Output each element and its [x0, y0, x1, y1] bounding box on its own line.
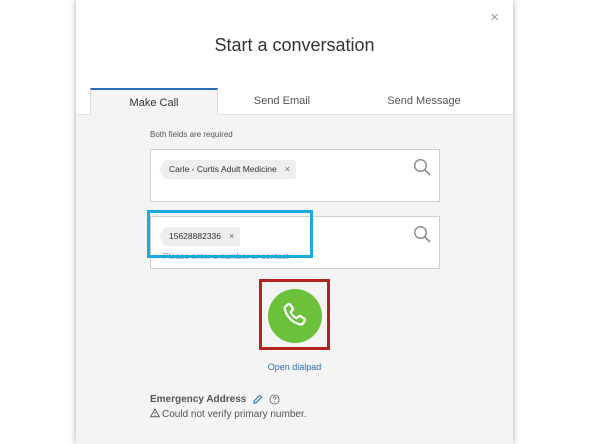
dialog-header: × Start a conversation [76, 0, 513, 88]
tab-make-call[interactable]: Make Call [90, 88, 218, 115]
conversation-dialog: × Start a conversation Make Call Send Em… [76, 0, 513, 444]
open-dialpad-link[interactable]: Open dialpad [76, 362, 513, 372]
call-highlight-box [259, 279, 330, 350]
contact-chip: Carle - Curtis Adult Medicine × [159, 160, 296, 179]
tab-send-message[interactable]: Send Message [356, 88, 492, 114]
search-icon[interactable] [413, 225, 431, 243]
close-icon[interactable]: × [490, 10, 499, 25]
warning-icon [150, 408, 160, 418]
emergency-warning-text: Could not verify primary number. [162, 409, 307, 420]
emergency-address: Emergency Address [150, 394, 280, 405]
emergency-warning: Could not verify primary number. [150, 408, 307, 420]
dialog-title: Start a conversation [214, 35, 375, 55]
number-highlight-box [147, 210, 313, 258]
contact-field[interactable]: Carle - Curtis Adult Medicine × [150, 149, 440, 202]
tab-bar: Make Call Send Email Send Message [76, 88, 513, 115]
search-icon[interactable] [413, 158, 431, 176]
required-note: Both fields are required [150, 130, 233, 139]
remove-contact-icon[interactable]: × [285, 164, 290, 174]
contact-chip-label: Carle - Curtis Adult Medicine [169, 164, 277, 174]
pencil-icon[interactable] [252, 394, 263, 405]
emergency-address-label: Emergency Address [150, 394, 247, 406]
help-icon[interactable] [269, 394, 280, 405]
tab-send-email[interactable]: Send Email [222, 88, 342, 114]
